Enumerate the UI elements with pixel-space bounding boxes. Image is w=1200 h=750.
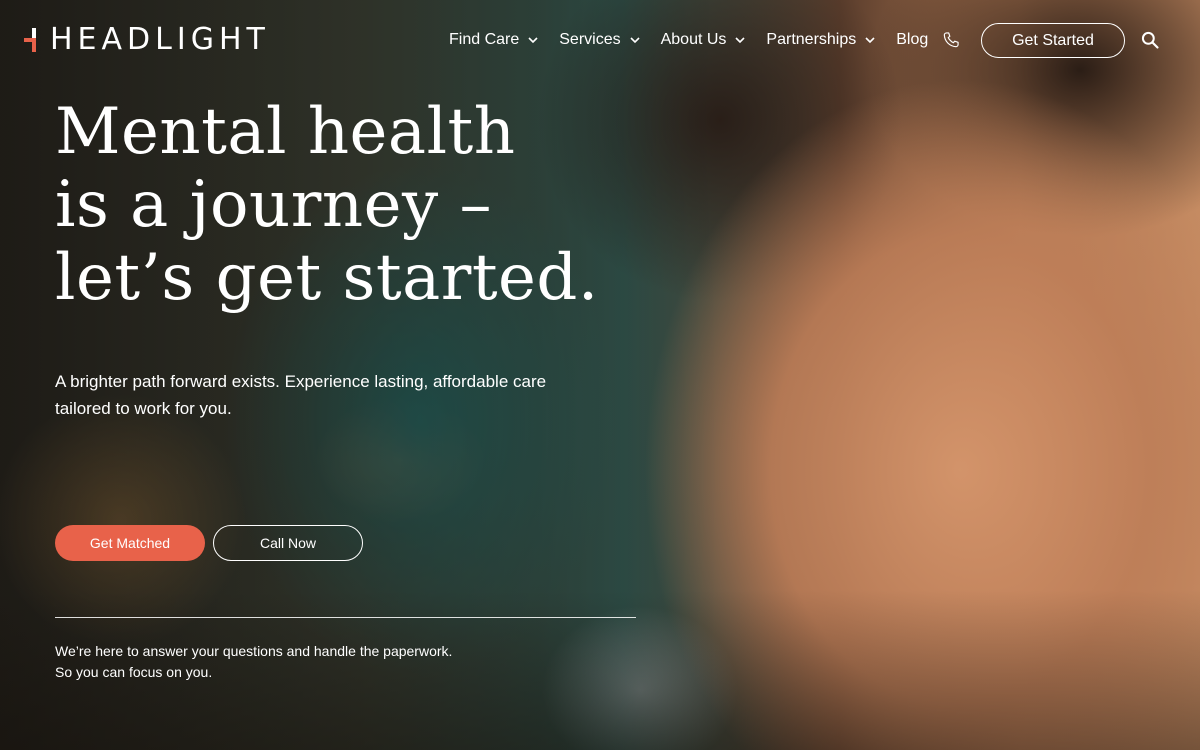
- nav-label: Partnerships: [766, 31, 857, 48]
- search-icon[interactable]: [1140, 30, 1160, 50]
- nav-partnerships[interactable]: Partnerships: [766, 31, 876, 49]
- hero-lead: A brighter path forward exists. Experien…: [55, 372, 547, 418]
- phone-icon[interactable]: [941, 30, 961, 50]
- headline-line: is a journey –: [55, 168, 492, 242]
- footnote-line: So you can focus on you.: [55, 664, 213, 680]
- nav-find-care[interactable]: Find Care: [449, 31, 539, 49]
- main-nav: Find Care Services About Us Partnerships…: [449, 26, 948, 54]
- divider: [55, 617, 636, 618]
- nav-label: Services: [559, 31, 621, 48]
- hero-headline: Mental health is a journey – let’s get s…: [55, 96, 675, 315]
- headline-line: Mental health: [55, 95, 516, 169]
- chevron-down-icon: [630, 37, 640, 44]
- logo-wordmark: HEADLIGHT: [50, 22, 270, 57]
- nav-label: About Us: [660, 31, 727, 48]
- nav-about-us[interactable]: About Us: [661, 31, 747, 49]
- nav-label: Find Care: [449, 31, 520, 48]
- nav-blog[interactable]: Blog: [896, 31, 928, 49]
- nav-services[interactable]: Services: [559, 31, 640, 49]
- nav-label: Blog: [896, 31, 929, 48]
- get-matched-button[interactable]: Get Matched: [55, 525, 205, 561]
- site-header: HEADLIGHT Find Care Services About Us Pa…: [0, 0, 1200, 80]
- chevron-down-icon: [528, 37, 538, 44]
- headlight-logo[interactable]: HEADLIGHT: [24, 22, 270, 58]
- footnote-line: We’re here to answer your questions and …: [55, 643, 453, 659]
- call-now-button[interactable]: Call Now: [213, 525, 363, 561]
- headline-line: let’s get started.: [55, 241, 599, 315]
- get-started-button[interactable]: Get Started: [981, 23, 1125, 58]
- logo-mark-icon: [24, 24, 48, 56]
- hero-footnote: We’re here to answer your questions and …: [55, 641, 452, 683]
- chevron-down-icon: [865, 37, 875, 44]
- chevron-down-icon: [735, 37, 745, 44]
